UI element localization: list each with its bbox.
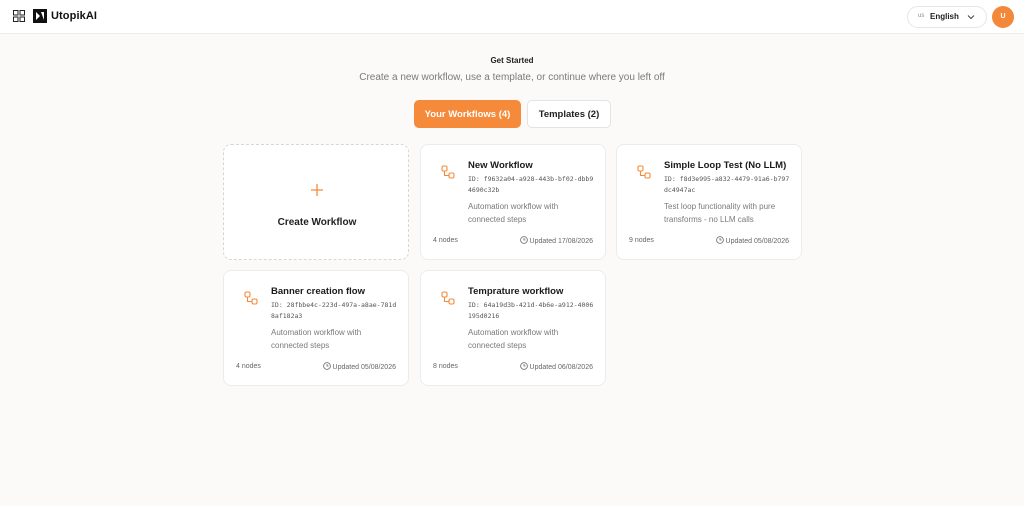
create-workflow-label: Create Workflow: [277, 217, 357, 228]
workflow-updated: Updated 06/08/2026: [519, 362, 593, 371]
utopikai-logo-icon[interactable]: [33, 9, 47, 23]
workflow-title: Temprature workflow: [468, 286, 564, 297]
workflow-updated: Updated 05/08/2026: [715, 236, 789, 245]
chevron-down-icon: [967, 15, 975, 20]
tab-templates[interactable]: Templates (2): [527, 100, 611, 128]
brand-name[interactable]: UtopikAI: [51, 10, 97, 22]
workflow-id: ID: 64a19d3b-421d-4b6e-a912-4006195d0216: [468, 301, 594, 320]
workflow-icon: [637, 165, 651, 179]
workflow-description: Test loop functionality with pure transf…: [664, 202, 776, 224]
workflow-node-count: 8 nodes: [433, 363, 458, 370]
page-title: Get Started: [490, 56, 534, 65]
workflow-updated: Updated 05/08/2026: [322, 362, 396, 371]
top-bar: UtopikAI us English U: [0, 0, 1024, 34]
workflow-updated-text: Updated 05/08/2026: [332, 364, 396, 371]
clock-icon: [519, 236, 528, 244]
workflow-card[interactable]: Temprature workflow ID: 64a19d3b-421d-4b…: [420, 270, 606, 386]
workflow-updated: Updated 17/08/2026: [519, 236, 593, 245]
workflow-node-count: 4 nodes: [433, 237, 458, 244]
us-flag-icon: us: [918, 13, 925, 19]
workflow-description: Automation workflow with connected steps: [271, 328, 362, 350]
workflow-icon: [441, 291, 455, 305]
workflow-title: Simple Loop Test (No LLM): [664, 160, 787, 171]
language-selector[interactable]: us English: [907, 6, 987, 28]
apps-grid-icon[interactable]: [13, 10, 25, 22]
user-avatar[interactable]: U: [992, 6, 1014, 28]
workflow-id: ID: 28fbbe4c-223d-497a-a8ae-781d8af182a3: [271, 301, 397, 320]
workflow-description: Automation workflow with connected steps: [468, 202, 559, 224]
workflow-updated-text: Updated 05/08/2026: [725, 238, 789, 245]
workflow-title: New Workflow: [468, 160, 533, 171]
plus-icon: [311, 184, 323, 196]
page-subtitle: Create a new workflow, use a template, o…: [359, 72, 665, 83]
workflow-icon: [441, 165, 455, 179]
workflow-card[interactable]: Simple Loop Test (No LLM) ID: f8d3e995-a…: [616, 144, 802, 260]
clock-icon: [715, 236, 724, 244]
workflow-title: Banner creation flow: [271, 286, 365, 297]
workflow-description: Automation workflow with connected steps: [468, 328, 559, 350]
clock-icon: [519, 362, 528, 370]
workflow-icon: [244, 291, 258, 305]
workflow-card[interactable]: New Workflow ID: f9632a04-a928-443b-bf02…: [420, 144, 606, 260]
create-workflow-card[interactable]: Create Workflow: [223, 144, 409, 260]
workflow-updated-text: Updated 06/08/2026: [529, 364, 593, 371]
language-label: English: [930, 12, 959, 21]
workflow-card[interactable]: Banner creation flow ID: 28fbbe4c-223d-4…: [223, 270, 409, 386]
tab-your-workflows[interactable]: Your Workflows (4): [414, 100, 521, 128]
workflow-id: ID: f8d3e995-a832-4479-91a6-b797dc4947ac: [664, 175, 790, 194]
workflow-id: ID: f9632a04-a928-443b-bf02-dbb94690c32b: [468, 175, 594, 194]
workflow-node-count: 4 nodes: [236, 363, 261, 370]
workflow-node-count: 9 nodes: [629, 237, 654, 244]
clock-icon: [322, 362, 331, 370]
workflow-updated-text: Updated 17/08/2026: [529, 238, 593, 245]
